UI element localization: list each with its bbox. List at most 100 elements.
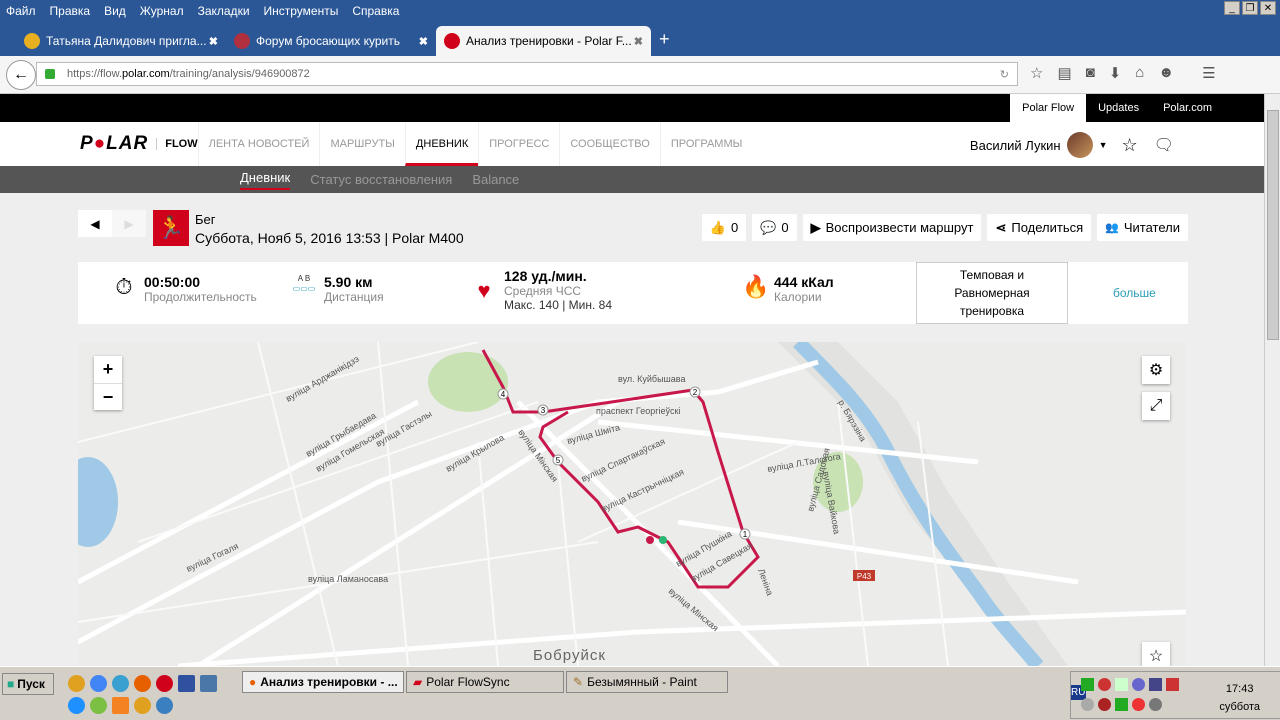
clock-time: 17:43 [1225, 683, 1254, 695]
subnav-recovery[interactable]: Статус восстановления [310, 172, 452, 187]
menu-file[interactable]: Файл [6, 4, 36, 18]
tray-icon[interactable] [1081, 678, 1094, 691]
tab-1[interactable]: Татьяна Далидович пригла... ✖ [16, 26, 226, 56]
url-bar[interactable]: https://flow. polar.com/training/analysis… [36, 62, 1018, 86]
toplink-updates[interactable]: Updates [1086, 94, 1151, 122]
taskbar-item-firefox[interactable]: ● Анализ тренировки - ... [242, 671, 404, 693]
readers-button[interactable]: 👥 Читатели [1097, 214, 1188, 241]
training-subtitle: Суббота, Нояб 5, 2016 13:53 | Polar M400 [195, 230, 464, 246]
notifications-icon[interactable]: 🗨 [1154, 135, 1174, 155]
menu-bookmarks[interactable]: Закладки [198, 4, 250, 18]
nav-community[interactable]: СООБЩЕСТВО [559, 122, 660, 166]
save-icon[interactable] [178, 675, 195, 692]
tray-icon[interactable] [1115, 698, 1128, 711]
user-name[interactable]: Василий Лукин [970, 138, 1061, 153]
tray-icon[interactable] [1081, 698, 1094, 711]
route-map[interactable]: 1 2 3 4 5 вул. Куйбышава праспект Георгі… [78, 342, 1186, 666]
close-tab-icon[interactable]: ✖ [634, 35, 643, 48]
menu-history[interactable]: Журнал [140, 4, 184, 18]
toplink-polar-com[interactable]: Polar.com [1151, 94, 1224, 122]
download-icon[interactable]: ⬇ [1109, 64, 1122, 82]
tray-icon[interactable] [1132, 698, 1145, 711]
taskbar-item-paint[interactable]: ✎ Безымянный - Paint [566, 671, 728, 693]
calories-value: 444 кКал [774, 274, 834, 290]
like-button[interactable]: 👍 0 [701, 214, 747, 241]
zoom-in-button[interactable]: + [94, 356, 122, 383]
start-button[interactable]: ■ Пуск [2, 673, 54, 695]
taskbar-item-flowsync[interactable]: ▰ Polar FlowSync [406, 671, 564, 693]
map-favorite-star-icon[interactable]: ☆ [1142, 642, 1170, 666]
menu-help[interactable]: Справка [352, 4, 399, 18]
comment-button[interactable]: 💬 0 [752, 214, 797, 241]
tray-icon[interactable] [1149, 698, 1162, 711]
page-scrollbar[interactable] [1264, 94, 1280, 666]
tab-favicon [234, 33, 250, 49]
ie-icon[interactable] [68, 697, 85, 714]
next-training-button[interactable]: ▶ [112, 210, 146, 237]
tray-icon[interactable] [1115, 678, 1128, 691]
nav-routes[interactable]: МАРШРУТЫ [319, 122, 404, 166]
tab-title: Форум бросающих курить [256, 34, 400, 48]
restore-button[interactable]: ❐ [1242, 1, 1258, 15]
tab-2[interactable]: Форум бросающих курить ✖ [226, 26, 436, 56]
reader-icon[interactable]: ▤ [1057, 64, 1071, 82]
close-tab-icon[interactable]: ✖ [419, 35, 428, 48]
more-link[interactable]: больше [1113, 286, 1156, 300]
clock[interactable]: 17:43 суббота [1219, 680, 1260, 716]
nav-programs[interactable]: ПРОГРАММЫ [659, 122, 753, 166]
app-icon[interactable] [68, 675, 85, 692]
odnoklassniki-icon[interactable] [112, 697, 129, 714]
nav-news[interactable]: ЛЕНТА НОВОСТЕЙ [197, 122, 320, 166]
chevron-down-icon[interactable]: ▼ [1099, 140, 1108, 150]
tray-icon[interactable] [1132, 678, 1145, 691]
share-button[interactable]: ⋖ Поделиться [987, 214, 1092, 241]
polar-logo[interactable]: P●LAR [80, 133, 148, 155]
tray-icon[interactable] [1166, 678, 1179, 691]
prev-training-button[interactable]: ◀ [78, 210, 112, 237]
back-button[interactable]: ← [6, 59, 36, 90]
nav-progress[interactable]: ПРОГРЕСС [478, 122, 559, 166]
subnav-diary[interactable]: Дневник [240, 170, 291, 190]
opera-icon[interactable] [156, 675, 173, 692]
toplink-polar-flow[interactable]: Polar Flow [1010, 94, 1087, 122]
chat-icon[interactable]: ☻ [1158, 64, 1174, 82]
firefox-icon[interactable] [134, 675, 151, 692]
fullscreen-icon[interactable]: ⤢ [1142, 392, 1170, 420]
tray-icon[interactable] [1149, 678, 1162, 691]
app-icon[interactable] [156, 697, 173, 714]
tab-3-active[interactable]: Анализ тренировки - Polar F... ✖ [436, 26, 651, 56]
tray-icon[interactable] [1098, 698, 1111, 711]
street-label: вуліца Ламаносава [308, 574, 388, 584]
reload-icon[interactable]: ↻ [1000, 68, 1009, 81]
street-label: Леніна [756, 567, 775, 597]
pocket-icon[interactable]: ◙ [1086, 64, 1095, 82]
quick-launch [68, 675, 217, 692]
vk-icon[interactable] [200, 675, 217, 692]
flow-label: FLOW [156, 138, 198, 150]
minimize-button[interactable]: _ [1224, 1, 1240, 15]
home-icon[interactable]: ⌂ [1135, 64, 1144, 82]
bookmark-star-icon[interactable]: ☆ [1030, 64, 1043, 82]
zoom-out-button[interactable]: − [94, 383, 122, 410]
app-icon[interactable] [90, 697, 107, 714]
favorites-star-icon[interactable]: ☆ [1122, 135, 1138, 156]
street-label: вуліца Спартакаўская [580, 436, 667, 484]
replay-route-button[interactable]: ▶ Воспроизвести маршрут [802, 214, 982, 241]
km-marker: 4 [501, 390, 506, 399]
menu-edit[interactable]: Правка [50, 4, 91, 18]
chrome-icon[interactable] [90, 675, 107, 692]
lock-icon [45, 69, 55, 79]
map-settings-icon[interactable]: ⚙ [1142, 356, 1170, 384]
avatar[interactable] [1066, 132, 1093, 158]
subnav-balance[interactable]: Balance [472, 172, 519, 187]
tray-icon[interactable] [1098, 678, 1111, 691]
menu-tools[interactable]: Инструменты [264, 4, 339, 18]
media-player-icon[interactable] [134, 697, 151, 714]
close-tab-icon[interactable]: ✖ [209, 35, 218, 48]
close-window-button[interactable]: ✕ [1260, 1, 1276, 15]
hamburger-menu-icon[interactable]: ☰ [1202, 64, 1215, 82]
app-icon[interactable] [112, 675, 129, 692]
menu-view[interactable]: Вид [104, 4, 126, 18]
nav-diary[interactable]: ДНЕВНИК [404, 122, 479, 166]
new-tab-button[interactable]: + [659, 29, 670, 50]
